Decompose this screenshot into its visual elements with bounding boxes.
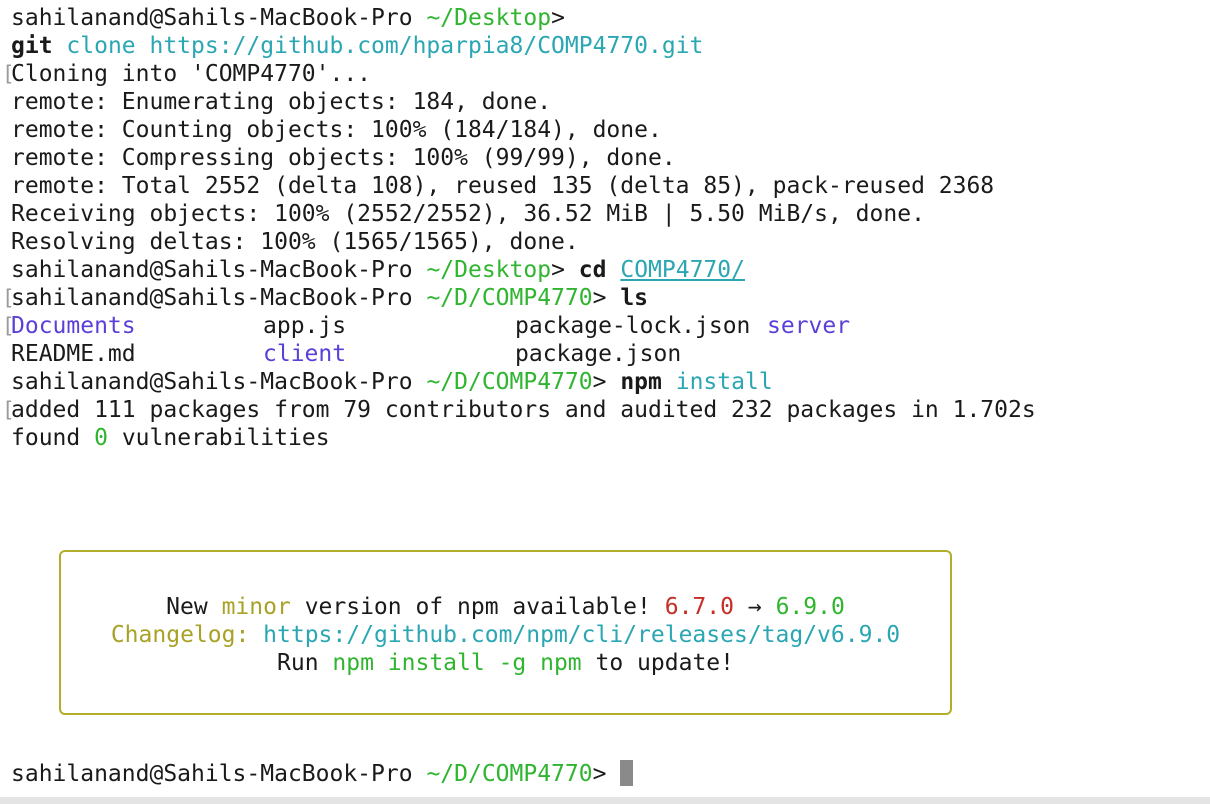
active-prompt-line[interactable]: sahilanand@Sahils-MacBook-Pro ~/D/COMP47… <box>11 760 634 788</box>
vuln-suffix: vulnerabilities <box>121 425 330 451</box>
scrollbar[interactable] <box>1206 0 1210 804</box>
npm-update-notice: New minor version of npm available! 6.7.… <box>59 550 952 715</box>
prompt-symbol: > <box>592 369 607 395</box>
prompt-line: sahilanand@Sahils-MacBook-Pro ~/D/COMP47… <box>11 368 773 396</box>
notice-text: Run <box>277 650 319 676</box>
ls-row: Documents app.js package-lock.json serve… <box>11 312 1011 340</box>
changelog-link[interactable]: https://github.com/npm/cli/releases/tag/… <box>263 622 900 648</box>
update-command: npm install -g npm <box>332 650 582 676</box>
command-name: npm <box>620 369 662 395</box>
prompt-user-host: sahilanand@Sahils-MacBook-Pro <box>11 257 413 283</box>
command-name: git <box>11 33 53 59</box>
command-args: install <box>675 369 773 395</box>
output-line: remote: Compressing objects: 100% (99/99… <box>11 145 676 171</box>
prompt-line: sahilanand@Sahils-MacBook-Pro ~/Desktop>… <box>11 256 745 284</box>
changelog-label: Changelog: <box>110 622 250 648</box>
notice-version-line: New minor version of npm available! 6.7.… <box>61 593 950 621</box>
terminal-window[interactable]: sahilanand@Sahils-MacBook-Pro ~/Desktop>… <box>0 2 1206 796</box>
command-git-clone: git clone https://github.com/hparpia8/CO… <box>11 32 703 60</box>
output-line: Cloning into 'COMP4770'... <box>11 61 372 87</box>
notice-text: to update! <box>595 650 734 676</box>
ls-entry-file: package-lock.json <box>515 313 751 339</box>
window-bottom-edge <box>0 797 1210 804</box>
notice-changelog-line: Changelog: https://github.com/npm/cli/re… <box>61 621 950 649</box>
ls-entry-file: README.md <box>11 341 136 367</box>
prompt-symbol: > <box>551 5 565 31</box>
notice-minor: minor <box>221 594 291 620</box>
prompt-line: sahilanand@Sahils-MacBook-Pro ~/Desktop> <box>11 4 565 32</box>
prompt-user-host: sahilanand@Sahils-MacBook-Pro <box>11 285 413 311</box>
output-line: Resolving deltas: 100% (1565/1565), done… <box>11 229 579 255</box>
output-line: remote: Counting objects: 100% (184/184)… <box>11 117 662 143</box>
prompt-line: sahilanand@Sahils-MacBook-Pro ~/D/COMP47… <box>11 284 648 312</box>
vulnerability-line: found 0 vulnerabilities <box>11 424 330 452</box>
prompt-user-host: sahilanand@Sahils-MacBook-Pro <box>11 761 413 787</box>
notice-run-line: Run npm install -g npm to update! <box>61 649 950 677</box>
command-args: clone https://github.com/hparpia8/COMP47… <box>66 33 704 59</box>
vuln-count: 0 <box>94 425 108 451</box>
prompt-symbol: > <box>551 257 565 283</box>
output-line: remote: Total 2552 (delta 108), reused 1… <box>11 173 995 199</box>
prompt-symbol: > <box>592 761 607 787</box>
ls-entry-dir: server <box>767 313 851 339</box>
output-line: Receiving objects: 100% (2552/2552), 36.… <box>11 201 925 227</box>
ls-entry-file: package.json <box>515 341 682 367</box>
new-version: 6.9.0 <box>775 594 845 620</box>
cd-path-link[interactable]: COMP4770/ <box>620 257 745 283</box>
prompt-user-host: sahilanand@Sahils-MacBook-Pro <box>11 5 413 31</box>
vuln-prefix: found <box>11 425 81 451</box>
prompt-user-host: sahilanand@Sahils-MacBook-Pro <box>11 369 413 395</box>
command-name: cd <box>578 257 607 283</box>
notice-text: New <box>166 594 208 620</box>
prompt-path: ~/D/COMP4770 <box>426 761 593 787</box>
ls-row: README.md client package.json <box>11 340 1011 368</box>
old-version: 6.7.0 <box>664 594 734 620</box>
ls-entry-dir: Documents <box>11 313 136 339</box>
prompt-path: ~/D/COMP4770 <box>426 285 593 311</box>
output-line: added 111 packages from 79 contributors … <box>11 397 1036 423</box>
ls-entry-dir: client <box>263 341 347 367</box>
prompt-path: ~/D/COMP4770 <box>426 369 593 395</box>
text-cursor <box>620 760 634 786</box>
prompt-symbol: > <box>592 285 607 311</box>
prompt-path: ~/Desktop <box>426 257 552 283</box>
arrow-icon: → <box>747 594 762 620</box>
notice-text: version of npm available! <box>304 594 651 620</box>
output-line: remote: Enumerating objects: 184, done. <box>11 89 552 115</box>
ls-entry-file: app.js <box>263 313 347 339</box>
command-name: ls <box>620 285 649 311</box>
prompt-path: ~/Desktop <box>426 5 552 31</box>
